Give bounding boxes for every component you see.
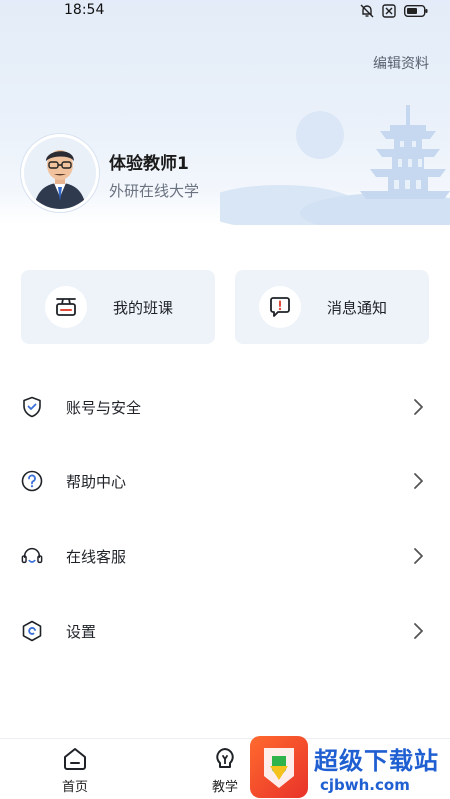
status-icons xyxy=(360,4,428,18)
download-site-watermark: 超级下载站 cjbwh.com xyxy=(250,735,450,799)
pagoda-illustration xyxy=(220,105,450,225)
watermark-url: cjbwh.com xyxy=(320,776,410,794)
sim-x-icon xyxy=(382,4,396,18)
bulb-icon xyxy=(216,748,234,768)
edit-profile-link[interactable]: 编辑资料 xyxy=(373,53,429,73)
menu-item-settings[interactable]: 设置 xyxy=(0,606,450,656)
battery-icon xyxy=(404,5,428,17)
chevron-right-icon xyxy=(414,399,423,415)
headset-icon xyxy=(21,545,43,567)
menu-item-help-center[interactable]: 帮助中心 xyxy=(0,456,450,506)
avatar[interactable] xyxy=(21,134,99,212)
my-classes-card[interactable]: 我的班课 xyxy=(21,270,215,344)
message-alert-icon xyxy=(259,286,301,328)
menu-item-online-service[interactable]: 在线客服 xyxy=(0,531,450,581)
menu-label: 在线客服 xyxy=(66,547,127,566)
user-organization: 外研在线大学 xyxy=(109,182,200,200)
hexagon-settings-icon xyxy=(21,620,43,642)
watermark-logo-icon xyxy=(250,736,308,798)
profile-header: 18:54 编辑资料 体验教师1 外研在线大学 xyxy=(0,0,450,225)
watermark-title: 超级下载站 xyxy=(314,747,439,775)
home-icon xyxy=(64,748,86,770)
notifications-card[interactable]: 消息通知 xyxy=(235,270,429,344)
question-circle-icon xyxy=(21,470,43,492)
menu-item-account-security[interactable]: 账号与安全 xyxy=(0,382,450,432)
chevron-right-icon xyxy=(414,623,423,639)
menu-label: 账号与安全 xyxy=(66,398,142,417)
mute-bell-icon xyxy=(360,4,374,18)
menu-label: 帮助中心 xyxy=(66,472,127,491)
notifications-label: 消息通知 xyxy=(327,298,388,317)
tab-label: 首页 xyxy=(61,780,88,795)
status-time: 18:54 xyxy=(64,2,105,18)
status-bar: 18:54 xyxy=(0,0,450,24)
chevron-right-icon xyxy=(414,473,423,489)
tab-home[interactable]: 首页 xyxy=(40,739,110,799)
my-classes-label: 我的班课 xyxy=(113,298,174,317)
user-name: 体验教师1 xyxy=(109,154,189,174)
classroom-icon xyxy=(45,286,87,328)
teacher-avatar-icon xyxy=(24,137,96,209)
chevron-right-icon xyxy=(414,548,423,564)
shield-check-icon xyxy=(21,396,43,418)
menu-label: 设置 xyxy=(66,622,97,641)
